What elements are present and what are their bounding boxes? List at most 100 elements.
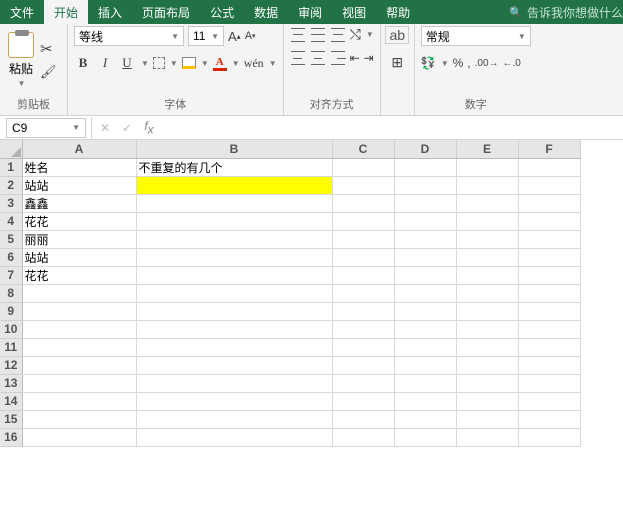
cell-E10[interactable] (456, 320, 518, 338)
cell-C13[interactable] (332, 374, 394, 392)
cell-A2[interactable]: 站站 (22, 176, 136, 194)
tab-review[interactable]: 审阅 (288, 0, 332, 24)
cell-C10[interactable] (332, 320, 394, 338)
row-header-8[interactable]: 8 (0, 284, 22, 302)
italic-button[interactable]: I (96, 54, 114, 72)
cell-D11[interactable] (394, 338, 456, 356)
cell-C6[interactable] (332, 248, 394, 266)
merge-center-button[interactable]: ⊞ (391, 54, 403, 71)
cell-B2[interactable] (136, 176, 332, 194)
spreadsheet-grid[interactable]: ABCDEF1姓名不重复的有几个2站站3鑫鑫4花花5丽丽6站站7花花891011… (0, 140, 623, 506)
increase-font-button[interactable]: A▴ (228, 29, 241, 44)
orientation-button[interactable]: ⤭ (350, 26, 361, 43)
cell-D1[interactable] (394, 158, 456, 176)
decrease-font-button[interactable]: A▾ (245, 30, 256, 42)
cell-D2[interactable] (394, 176, 456, 194)
cell-D15[interactable] (394, 410, 456, 428)
col-header-F[interactable]: F (518, 140, 580, 158)
font-color-button[interactable]: A (213, 56, 227, 71)
select-all-corner[interactable] (0, 140, 22, 158)
cell-F5[interactable] (518, 230, 580, 248)
cell-D9[interactable] (394, 302, 456, 320)
cell-E15[interactable] (456, 410, 518, 428)
cell-C7[interactable] (332, 266, 394, 284)
cell-A4[interactable]: 花花 (22, 212, 136, 230)
cell-C1[interactable] (332, 158, 394, 176)
cell-D3[interactable] (394, 194, 456, 212)
cancel-formula-button[interactable]: ✕ (94, 121, 116, 135)
cell-D4[interactable] (394, 212, 456, 230)
align-right-button[interactable] (330, 51, 346, 65)
cell-A14[interactable] (22, 392, 136, 410)
font-name-select[interactable]: 等线▼ (74, 26, 184, 46)
cell-E7[interactable] (456, 266, 518, 284)
row-header-9[interactable]: 9 (0, 302, 22, 320)
cell-B8[interactable] (136, 284, 332, 302)
align-center-button[interactable] (310, 51, 326, 65)
row-header-7[interactable]: 7 (0, 266, 22, 284)
cell-B7[interactable] (136, 266, 332, 284)
cell-F2[interactable] (518, 176, 580, 194)
increase-decimal-button[interactable]: .00→ (475, 58, 499, 69)
cell-E5[interactable] (456, 230, 518, 248)
col-header-C[interactable]: C (332, 140, 394, 158)
cell-D10[interactable] (394, 320, 456, 338)
align-top-button[interactable] (290, 28, 306, 42)
paste-button[interactable]: 粘贴 ▼ (6, 32, 36, 88)
cell-C8[interactable] (332, 284, 394, 302)
cell-D13[interactable] (394, 374, 456, 392)
tab-file[interactable]: 文件 (0, 0, 44, 24)
cell-B12[interactable] (136, 356, 332, 374)
cell-D6[interactable] (394, 248, 456, 266)
cell-B16[interactable] (136, 428, 332, 446)
cell-A13[interactable] (22, 374, 136, 392)
underline-button[interactable]: U (118, 54, 136, 72)
cell-F16[interactable] (518, 428, 580, 446)
cell-F8[interactable] (518, 284, 580, 302)
cell-B4[interactable] (136, 212, 332, 230)
cell-C3[interactable] (332, 194, 394, 212)
tell-me[interactable]: 🔍告诉我你想做什么 (505, 0, 623, 24)
tab-data[interactable]: 数据 (244, 0, 288, 24)
row-header-2[interactable]: 2 (0, 176, 22, 194)
cell-B10[interactable] (136, 320, 332, 338)
decrease-indent-button[interactable]: ⇤ (350, 51, 360, 65)
cell-C2[interactable] (332, 176, 394, 194)
tab-view[interactable]: 视图 (332, 0, 376, 24)
cell-A8[interactable] (22, 284, 136, 302)
bold-button[interactable]: B (74, 54, 92, 72)
fill-color-button[interactable] (182, 57, 196, 69)
cell-A3[interactable]: 鑫鑫 (22, 194, 136, 212)
col-header-B[interactable]: B (136, 140, 332, 158)
cell-A7[interactable]: 花花 (22, 266, 136, 284)
cell-A15[interactable] (22, 410, 136, 428)
cell-E4[interactable] (456, 212, 518, 230)
cell-D8[interactable] (394, 284, 456, 302)
tab-insert[interactable]: 插入 (88, 0, 132, 24)
cell-A1[interactable]: 姓名 (22, 158, 136, 176)
cell-B5[interactable] (136, 230, 332, 248)
cell-A10[interactable] (22, 320, 136, 338)
cell-E8[interactable] (456, 284, 518, 302)
align-left-button[interactable] (290, 51, 306, 65)
col-header-D[interactable]: D (394, 140, 456, 158)
cell-E1[interactable] (456, 158, 518, 176)
cell-F14[interactable] (518, 392, 580, 410)
accounting-format-button[interactable]: 💱 (421, 56, 436, 70)
cell-E12[interactable] (456, 356, 518, 374)
comma-format-button[interactable]: , (467, 56, 470, 70)
col-header-A[interactable]: A (22, 140, 136, 158)
cell-C12[interactable] (332, 356, 394, 374)
cell-B3[interactable] (136, 194, 332, 212)
row-header-13[interactable]: 13 (0, 374, 22, 392)
cell-A5[interactable]: 丽丽 (22, 230, 136, 248)
border-button[interactable] (153, 57, 165, 69)
cell-F1[interactable] (518, 158, 580, 176)
cell-B11[interactable] (136, 338, 332, 356)
cell-F12[interactable] (518, 356, 580, 374)
cell-E9[interactable] (456, 302, 518, 320)
cell-A12[interactable] (22, 356, 136, 374)
cell-C4[interactable] (332, 212, 394, 230)
cell-F9[interactable] (518, 302, 580, 320)
phonetic-button[interactable]: wén (244, 56, 264, 71)
